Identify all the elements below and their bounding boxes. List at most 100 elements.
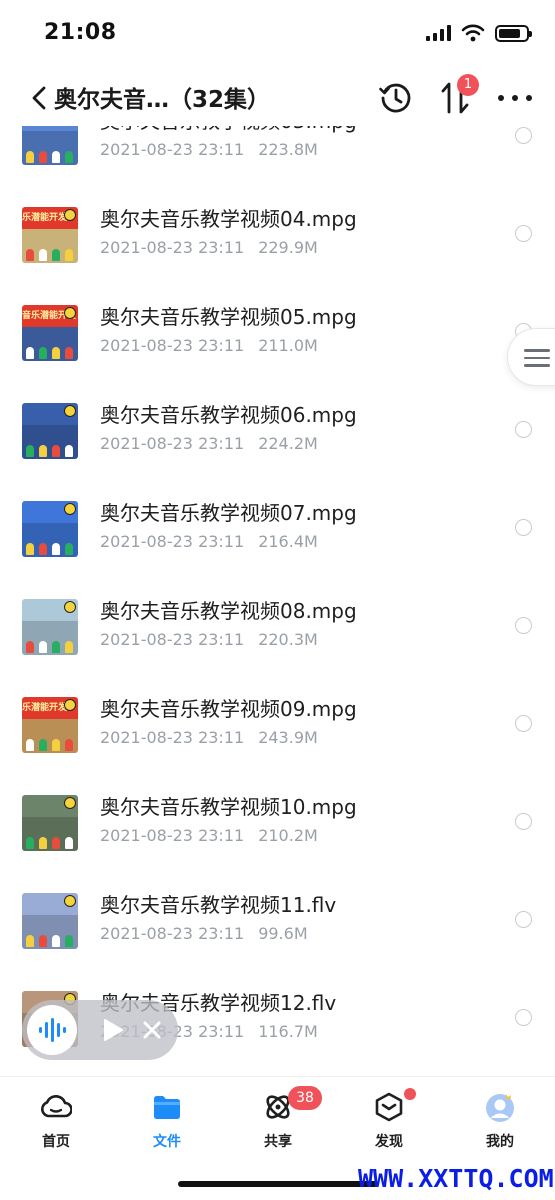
file-name: 奥尔夫音乐教学视频08.mpg xyxy=(100,599,357,623)
file-row[interactable]: 奥尔夫音乐教学视频11.flv 2021-08-23 23:11 99.6M xyxy=(0,874,555,972)
thumbnail-figure xyxy=(65,935,73,947)
tab-share-label: 共享 xyxy=(264,1134,292,1150)
floating-player xyxy=(22,1000,178,1060)
file-meta: 2021-08-23 23:11 220.3M xyxy=(100,630,318,649)
file-size: 99.6M xyxy=(258,924,308,943)
thumbnail-figure xyxy=(52,935,60,947)
thumbnail-logo xyxy=(64,699,76,711)
tab-discover-label: 发现 xyxy=(375,1134,403,1150)
thumbnail-logo xyxy=(64,405,76,417)
file-row[interactable]: 奥尔夫音乐教学视频06.mpg 2021-08-23 23:11 224.2M xyxy=(0,384,555,482)
video-thumbnail xyxy=(22,403,78,459)
select-checkbox[interactable] xyxy=(515,519,532,536)
select-checkbox[interactable] xyxy=(515,127,532,144)
file-meta: 2021-08-23 23:11 210.2M xyxy=(100,826,318,845)
status-time: 21:08 xyxy=(44,20,117,45)
select-checkbox[interactable] xyxy=(515,421,532,438)
close-icon[interactable] xyxy=(142,1020,162,1040)
tab-files-label: 文件 xyxy=(153,1134,181,1150)
file-meta: 2021-08-23 23:11 243.9M xyxy=(100,728,318,747)
file-list[interactable]: 奥尔夫音乐教学视频03.mpg 2021-08-23 23:11 223.8M 乐潜能… xyxy=(0,126,555,1070)
file-name: 奥尔夫音乐教学视频11.flv xyxy=(100,893,337,917)
tab-discover[interactable]: 发现 xyxy=(349,1091,429,1157)
status-bar: 21:08 xyxy=(0,0,555,70)
thumbnail-logo xyxy=(64,209,76,221)
video-thumbnail xyxy=(22,126,78,165)
tab-home-label: 首页 xyxy=(42,1134,70,1150)
file-date: 2021-08-23 23:11 xyxy=(100,630,245,649)
cellular-signal-icon xyxy=(426,25,451,41)
voice-wave-icon[interactable] xyxy=(27,1005,77,1055)
tab-mine-label: 我的 xyxy=(486,1134,514,1150)
file-meta: 2021-08-23 23:11 223.8M xyxy=(100,140,318,159)
file-row[interactable]: 奥尔夫音乐教学视频08.mpg 2021-08-23 23:11 220.3M xyxy=(0,580,555,678)
file-row[interactable]: 奥尔夫音乐教学视频10.mpg 2021-08-23 23:11 210.2M xyxy=(0,776,555,874)
file-size: 224.2M xyxy=(258,434,318,453)
thumbnail-logo xyxy=(64,503,76,515)
more-options-icon[interactable] xyxy=(498,88,532,108)
video-thumbnail xyxy=(22,893,78,949)
history-icon[interactable] xyxy=(378,80,414,116)
thumbnail-figure xyxy=(26,739,34,751)
thumbnail-figure xyxy=(39,935,47,947)
cloud-home-icon xyxy=(41,1094,72,1118)
thumbnail-figure xyxy=(26,543,34,555)
avatar-icon xyxy=(486,1094,514,1122)
select-checkbox[interactable] xyxy=(515,911,532,928)
file-meta: 2021-08-23 23:11 211.0M xyxy=(100,336,318,355)
thumbnail-figure xyxy=(52,739,60,751)
file-size: 229.9M xyxy=(258,238,318,257)
file-meta: 2021-08-23 23:11 216.4M xyxy=(100,532,318,551)
sort-badge: 1 xyxy=(457,74,479,96)
file-size: 243.9M xyxy=(258,728,318,747)
tab-mine[interactable]: 我的 xyxy=(460,1091,540,1157)
select-checkbox[interactable] xyxy=(515,225,532,242)
thumbnail-backdrop xyxy=(22,126,78,131)
video-thumbnail xyxy=(22,795,78,851)
thumbnail-logo xyxy=(64,895,76,907)
thumbnail-figure xyxy=(39,641,47,653)
thumbnail-figure xyxy=(26,935,34,947)
file-meta: 2021-08-23 23:11 99.6M xyxy=(100,924,308,943)
file-row[interactable]: 乐潜能开发 奥尔夫音乐教学视频09.mpg 2021-08-23 23:11 243.… xyxy=(0,678,555,776)
thumbnail-figure xyxy=(39,347,47,359)
tab-files[interactable]: 文件 xyxy=(127,1091,207,1157)
file-name: 奥尔夫音乐教学视频09.mpg xyxy=(100,697,357,721)
select-checkbox[interactable] xyxy=(515,813,532,830)
file-row[interactable]: 乐潜能开发 奥尔夫音乐教学视频04.mpg 2021-08-23 23:11 229.… xyxy=(0,188,555,286)
battery-level xyxy=(499,28,520,38)
file-meta: 2021-08-23 23:11 224.2M xyxy=(100,434,318,453)
watermark: WWW.XXTTQ.COM xyxy=(358,1164,554,1193)
thumbnail-figure xyxy=(26,837,34,849)
select-checkbox[interactable] xyxy=(515,715,532,732)
file-meta: 2021-08-23 23:11 229.9M xyxy=(100,238,318,257)
thumbnail-figure xyxy=(26,151,34,163)
file-name: 奥尔夫音乐教学视频03.mpg xyxy=(100,126,357,134)
file-size: 223.8M xyxy=(258,140,318,159)
file-size: 210.2M xyxy=(258,826,318,845)
select-checkbox[interactable] xyxy=(515,1009,532,1026)
tab-home[interactable]: 首页 xyxy=(16,1091,96,1157)
file-date: 2021-08-23 23:11 xyxy=(100,336,245,355)
wifi-icon xyxy=(461,24,485,42)
file-list-content: 奥尔夫音乐教学视频03.mpg 2021-08-23 23:11 223.8M 乐潜能… xyxy=(0,126,555,1070)
thumbnail-figure xyxy=(52,249,60,261)
thumbnail-figure xyxy=(65,151,73,163)
file-date: 2021-08-23 23:11 xyxy=(100,434,245,453)
file-name: 奥尔夫音乐教学视频07.mpg xyxy=(100,501,357,525)
thumbnail-figure xyxy=(26,347,34,359)
play-icon[interactable] xyxy=(102,1018,124,1042)
thumbnail-figure xyxy=(65,249,73,261)
select-checkbox[interactable] xyxy=(515,617,532,634)
home-indicator[interactable] xyxy=(178,1181,378,1187)
thumbnail-figure xyxy=(26,249,34,261)
back-chevron-icon[interactable] xyxy=(28,84,52,112)
file-row[interactable]: 音乐潜能开发 奥尔夫音乐教学视频05.mpg 2021-08-23 23:11 211… xyxy=(0,286,555,384)
video-thumbnail xyxy=(22,599,78,655)
file-row[interactable]: 奥尔夫音乐教学视频03.mpg 2021-08-23 23:11 223.8M xyxy=(0,126,555,188)
file-row[interactable]: 奥尔夫音乐教学视频07.mpg 2021-08-23 23:11 216.4M xyxy=(0,482,555,580)
thumbnail-figure xyxy=(65,837,73,849)
file-name: 奥尔夫音乐教学视频05.mpg xyxy=(100,305,357,329)
thumbnail-figure xyxy=(39,249,47,261)
status-icons xyxy=(426,24,532,42)
